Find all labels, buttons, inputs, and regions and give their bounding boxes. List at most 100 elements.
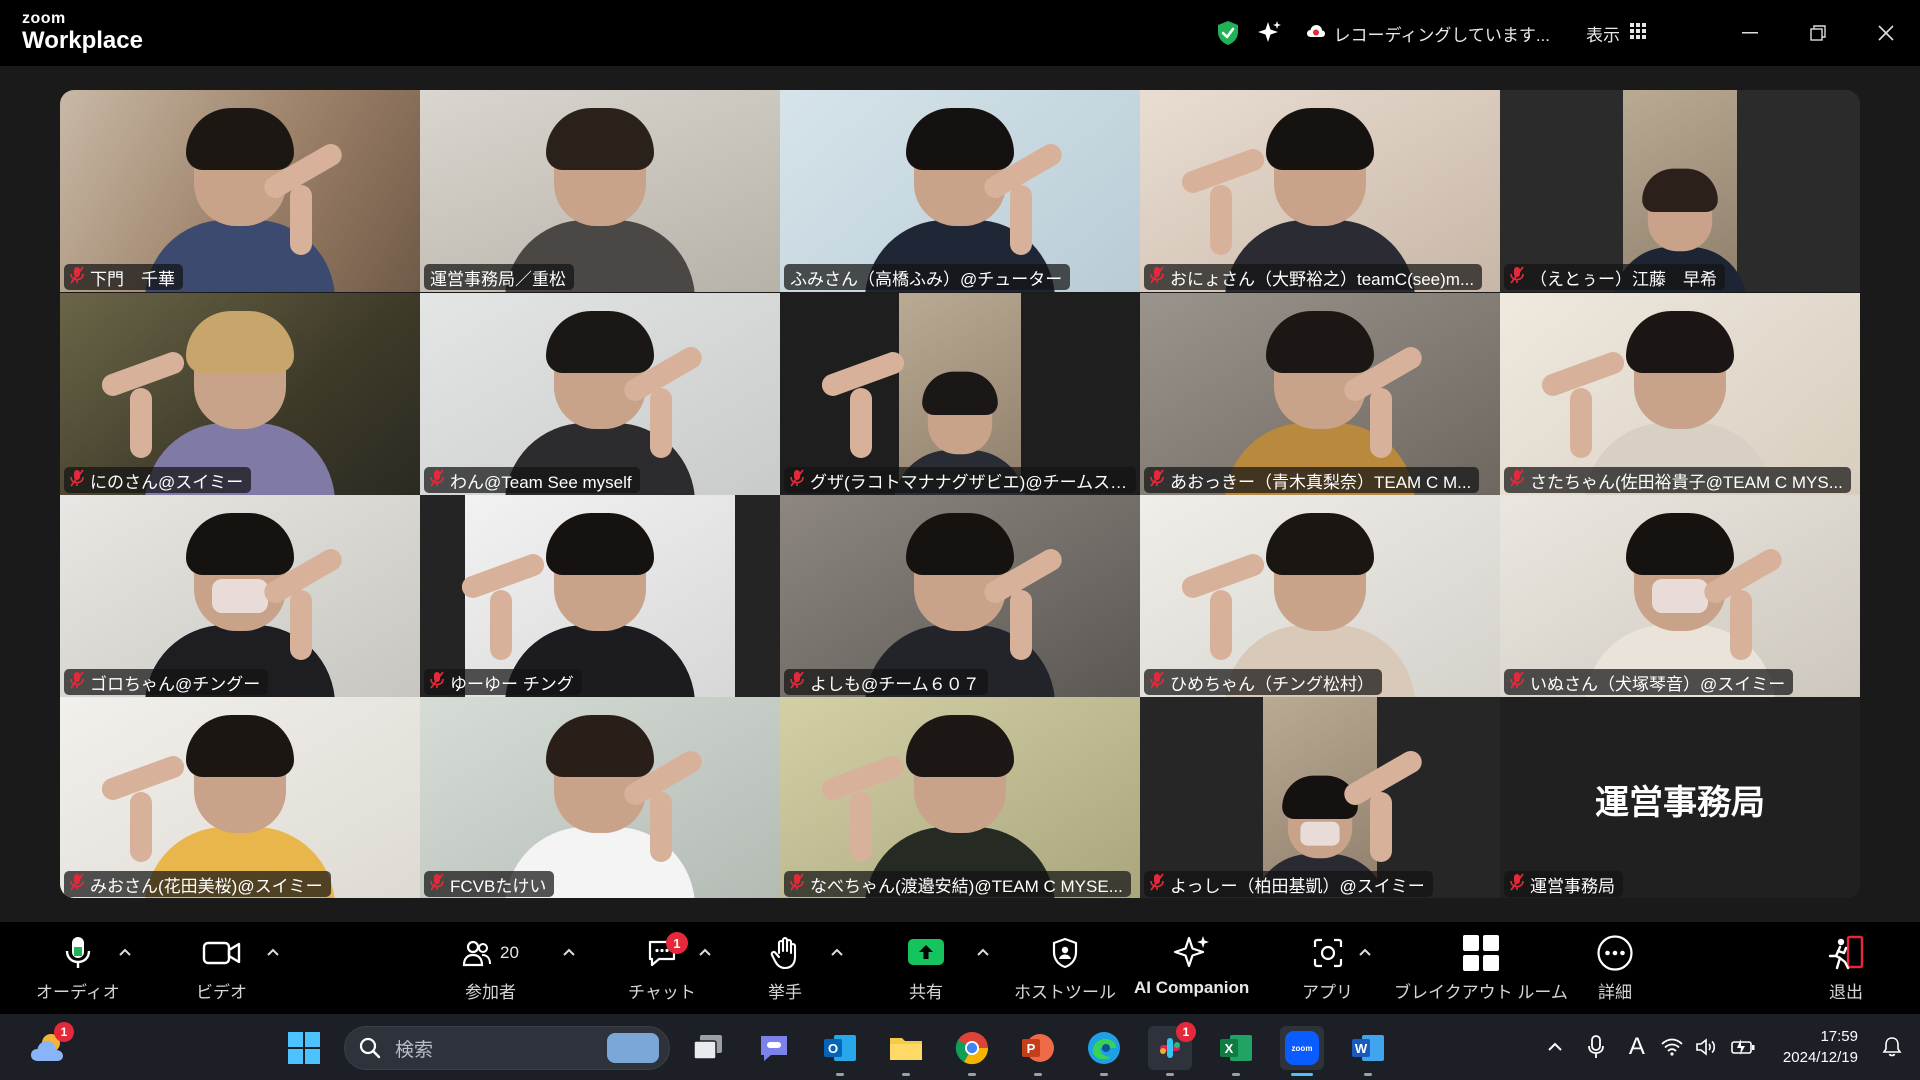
participant-video-tile[interactable]: FCVBたけい: [420, 697, 780, 898]
participant-name-label: ゆーゆー チング: [424, 669, 582, 695]
brand-bottom-text: Workplace: [22, 27, 143, 54]
task-view-button[interactable]: [686, 1026, 730, 1070]
more-button[interactable]: 詳細: [1596, 932, 1634, 1003]
participant-video-tile[interactable]: よしも@チーム６０７: [780, 495, 1140, 697]
powerpoint-app[interactable]: P: [1016, 1026, 1060, 1076]
notifications-button[interactable]: [1872, 1025, 1912, 1069]
audio-options-caret[interactable]: [118, 944, 132, 962]
participants-button[interactable]: 20 参加者: [462, 932, 519, 1003]
wifi-button[interactable]: [1655, 1025, 1689, 1069]
participant-video-tile[interactable]: グザ(ラコトマナナグザビエ)@チームスイミー: [780, 293, 1140, 495]
mic-muted-icon: [790, 468, 804, 492]
participants-options-caret[interactable]: [562, 944, 576, 962]
weather-widget[interactable]: 1: [26, 1022, 74, 1070]
video-options-caret[interactable]: [266, 944, 280, 962]
participant-video-tile[interactable]: 運営事務局 運営事務局: [1500, 697, 1860, 898]
taskbar-search-box[interactable]: 検索: [344, 1026, 670, 1070]
participant-video-tile[interactable]: 運営事務局／重松: [420, 90, 780, 292]
participant-name-text: さたちゃん(佐田裕貴子@TEAM C MYS...: [1530, 472, 1843, 492]
participant-video-tile[interactable]: みおさん(花田美桜)@スイミー: [60, 697, 420, 898]
view-label: 表示: [1586, 25, 1620, 45]
apps-button[interactable]: アプリ: [1302, 932, 1353, 1003]
chrome-app[interactable]: [950, 1026, 994, 1076]
host-tools-button[interactable]: ホストツール: [1014, 932, 1116, 1003]
participant-video-tile[interactable]: ひめちゃん（チング松村）: [1140, 495, 1500, 697]
encryption-shield-icon[interactable]: [1214, 19, 1242, 47]
brand-top-text: zoom: [22, 10, 66, 27]
zoom-icon: zoom: [1285, 1031, 1319, 1065]
participant-video-tile[interactable]: わん@Team See myself: [420, 293, 780, 495]
ai-sparkle-icon[interactable]: [1256, 19, 1284, 47]
participants-icon-wrap: 20: [462, 932, 519, 974]
zoom-app[interactable]: zoom: [1280, 1026, 1324, 1076]
battery-button[interactable]: [1723, 1025, 1763, 1069]
teams-app[interactable]: [752, 1026, 796, 1070]
video-button[interactable]: ビデオ: [196, 932, 247, 1003]
audio-button[interactable]: オーディオ: [36, 932, 120, 1003]
mic-muted-icon: [1150, 265, 1164, 289]
word-app[interactable]: W: [1346, 1026, 1390, 1076]
participant-video-tile[interactable]: ゆーゆー チング: [420, 495, 780, 697]
participant-name-label: 運営事務局: [1504, 871, 1623, 897]
chat-options-caret[interactable]: [698, 944, 712, 962]
reactions-options-caret[interactable]: [830, 944, 844, 962]
apps-options-caret[interactable]: [1358, 944, 1372, 962]
minimize-icon: [1742, 32, 1758, 34]
meeting-stage: 下門 千華 運営事務局／重松 ふみさん（高橋ふみ）@チューター おにょさん（大野裕之）…: [0, 66, 1920, 922]
gesture-hand: [1010, 185, 1032, 255]
participant-name-text: FCVBたけい: [450, 876, 547, 896]
ai-companion-sparkle-icon: [1173, 932, 1211, 974]
chat-button[interactable]: 1 チャット: [628, 932, 696, 1003]
share-options-caret[interactable]: [976, 944, 990, 962]
participant-video-tile[interactable]: ふみさん（高橋ふみ）@チューター: [780, 90, 1140, 292]
recording-indicator[interactable]: レコーディングしています...: [1306, 21, 1550, 46]
participant-name-label: ひめちゃん（チング松村）: [1144, 669, 1382, 695]
close-button[interactable]: [1852, 0, 1920, 66]
participant-name-label: ゴロちゃん@チングー: [64, 669, 269, 695]
mic-muted-icon: [430, 872, 444, 896]
chevron-up-icon: [1548, 1042, 1562, 1051]
video-frame: [893, 293, 1027, 495]
share-screen-button[interactable]: 共有: [906, 932, 946, 1003]
apps-label: アプリ: [1302, 983, 1353, 1002]
slack-app[interactable]: 1: [1148, 1022, 1196, 1076]
restore-button[interactable]: [1784, 0, 1852, 66]
participant-video-tile[interactable]: さたちゃん(佐田裕貴子@TEAM C MYS...: [1500, 293, 1860, 495]
participant-video-tile[interactable]: いぬさん（犬塚琴音）@スイミー: [1500, 495, 1860, 697]
slack-badge: 1: [1176, 1022, 1196, 1042]
chat-label: チャット: [628, 983, 696, 1002]
participant-name-text: よしも@チーム６０７: [810, 674, 980, 694]
outlook-app[interactable]: O: [818, 1026, 862, 1076]
gallery-view: 下門 千華 運営事務局／重松 ふみさん（高橋ふみ）@チューター おにょさん（大野裕之）…: [60, 90, 1860, 898]
participant-video-tile[interactable]: なべちゃん(渡邉安結)@TEAM C MYSE...: [780, 697, 1140, 898]
participant-video-tile[interactable]: （えとぅー）江藤 早希: [1500, 90, 1860, 292]
participant-video-tile[interactable]: あおっきー（青木真梨奈）TEAM C M...: [1140, 293, 1500, 495]
excel-app[interactable]: X: [1214, 1026, 1258, 1076]
participant-video-tile[interactable]: おにょさん（大野裕之）teamC(see)m...: [1140, 90, 1500, 292]
leave-meeting-button[interactable]: 退出: [1826, 932, 1866, 1003]
start-button[interactable]: [282, 1026, 326, 1070]
more-options-icon: [1596, 932, 1634, 974]
ime-indicator[interactable]: A: [1619, 1025, 1655, 1069]
participant-video-tile[interactable]: 下門 千華: [60, 90, 420, 292]
view-menu-button[interactable]: 表示: [1586, 21, 1646, 46]
raise-hand-button[interactable]: 挙手: [768, 932, 802, 1003]
clock[interactable]: 17:59 2024/12/19: [1783, 1026, 1858, 1068]
file-explorer-app[interactable]: [884, 1026, 928, 1076]
volume-button[interactable]: [1689, 1025, 1723, 1069]
microphone-tray-button[interactable]: [1573, 1025, 1619, 1069]
participant-video-tile[interactable]: にのさん@スイミー: [60, 293, 420, 495]
participant-video-tile[interactable]: よっしー（柏田基凱）@スイミー: [1140, 697, 1500, 898]
mic-muted-icon: [1510, 670, 1524, 694]
minimize-button[interactable]: [1716, 0, 1784, 66]
mic-muted-icon: [430, 670, 444, 694]
zoom-workplace-logo: zoom Workplace: [22, 11, 143, 53]
show-hidden-icons-button[interactable]: [1537, 1025, 1573, 1069]
participant-name-text: （えとぅー）江藤 早希: [1530, 269, 1717, 289]
recording-text: レコーディングしています...: [1333, 25, 1550, 45]
ai-companion-button[interactable]: AI Companion: [1134, 932, 1249, 998]
participant-name-label: みおさん(花田美桜)@スイミー: [64, 871, 331, 897]
participant-video-tile[interactable]: ゴロちゃん@チングー: [60, 495, 420, 697]
edge-app[interactable]: [1082, 1026, 1126, 1076]
breakout-rooms-button[interactable]: ブレイクアウト ルーム: [1394, 932, 1568, 1003]
